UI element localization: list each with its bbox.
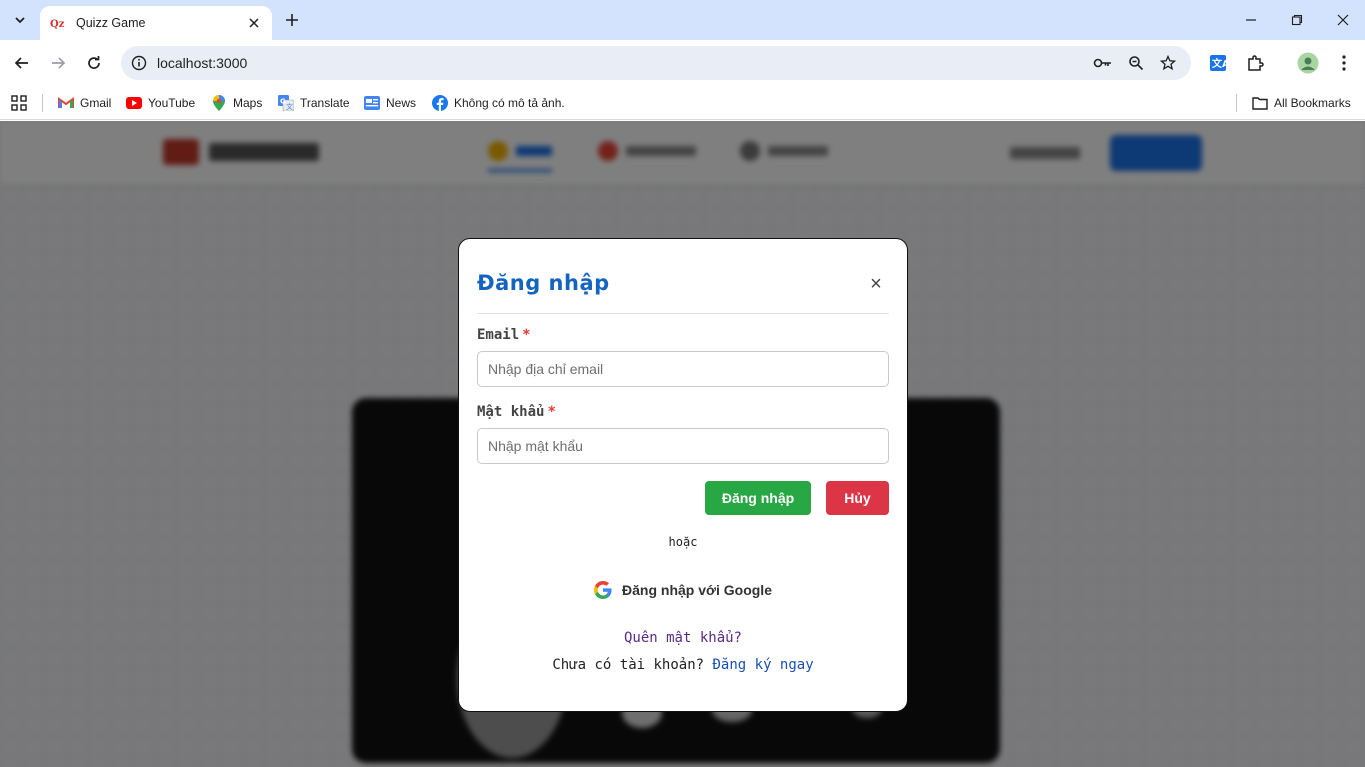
- tab-title: Quizz Game: [76, 16, 146, 30]
- svg-text:文A: 文A: [1212, 57, 1227, 70]
- back-button[interactable]: [6, 47, 38, 79]
- signup-row: Chưa có tài khoản? Đăng ký ngay: [459, 657, 907, 673]
- browser-tab[interactable]: Qz Quizz Game: [40, 6, 272, 40]
- close-icon: [1337, 14, 1349, 26]
- all-bookmarks-label: All Bookmarks: [1274, 96, 1351, 110]
- news-icon: [364, 95, 380, 111]
- all-bookmarks[interactable]: All Bookmarks: [1252, 92, 1351, 114]
- bookmark-news[interactable]: News: [364, 92, 416, 114]
- email-label: Email *: [477, 327, 531, 343]
- gmail-icon: [58, 95, 74, 111]
- zoom-icon[interactable]: [1124, 51, 1148, 75]
- arrow-left-icon: [14, 57, 28, 69]
- forgot-password-row: Quên mật khẩu?: [459, 630, 907, 646]
- bookmarks-divider: [1236, 94, 1237, 112]
- folder-icon: [1252, 95, 1268, 111]
- star-icon[interactable]: [1156, 51, 1180, 75]
- minimize-button[interactable]: [1228, 0, 1274, 40]
- close-window-button[interactable]: [1320, 0, 1365, 40]
- email-label-text: Email: [477, 327, 520, 343]
- close-icon[interactable]: ×: [865, 273, 887, 295]
- maps-icon: [211, 95, 227, 111]
- reload-icon: [88, 56, 100, 69]
- reload-button[interactable]: [78, 47, 110, 79]
- svg-text:Qz: Qz: [50, 19, 65, 30]
- arrow-right-icon: [52, 57, 66, 69]
- or-divider-text: hoặc: [668, 535, 698, 549]
- profile-avatar[interactable]: [1294, 49, 1322, 77]
- login-button[interactable]: Đăng nhập: [705, 481, 811, 515]
- tab-close-icon[interactable]: [246, 15, 262, 31]
- password-label: Mật khẩu *: [477, 404, 556, 420]
- bookmark-label: Translate: [300, 96, 350, 110]
- password-field[interactable]: [477, 428, 889, 464]
- minimize-icon: [1246, 19, 1256, 21]
- bookmark-facebook[interactable]: Không có mô tả ảnh.: [432, 92, 565, 114]
- menu-kebab-icon[interactable]: [1330, 49, 1358, 77]
- address-bar[interactable]: localhost:3000: [121, 46, 1191, 80]
- new-tab-button[interactable]: [280, 8, 304, 32]
- bookmark-label: Maps: [233, 96, 263, 110]
- no-account-text: Chưa có tài khoản?: [552, 657, 705, 673]
- login-modal: Đăng nhập × Email* Mật khẩu* Đăng nhập H…: [458, 238, 908, 712]
- google-login-button[interactable]: Đăng nhập với Google: [583, 573, 783, 607]
- cancel-button[interactable]: Hủy: [826, 481, 889, 515]
- tab-search-button[interactable]: [6, 6, 34, 34]
- bookmarks-divider: [42, 94, 43, 112]
- restore-icon: [1291, 14, 1303, 26]
- google-icon: [594, 581, 612, 599]
- facebook-icon: [432, 95, 448, 111]
- bookmark-gmail[interactable]: Gmail: [58, 92, 111, 114]
- forgot-password-link[interactable]: Quên mật khẩu?: [624, 630, 742, 646]
- url-text: localhost:3000: [157, 55, 248, 71]
- translate-icon: G文: [278, 95, 294, 111]
- modal-title: Đăng nhập: [477, 271, 610, 295]
- email-field[interactable]: [477, 351, 889, 387]
- bookmark-label: Gmail: [80, 96, 112, 110]
- svg-text:文: 文: [286, 102, 293, 111]
- plus-icon: [286, 14, 298, 26]
- bookmark-label: YouTube: [148, 96, 196, 110]
- apps-grid-icon[interactable]: [10, 92, 28, 114]
- required-mark: *: [547, 404, 556, 420]
- password-label-text: Mật khẩu: [477, 404, 545, 420]
- quiz-favicon-icon: Qz: [50, 15, 66, 31]
- modal-divider: [477, 313, 889, 314]
- browser-toolbar: localhost:3000 文A: [0, 40, 1365, 86]
- bookmark-translate[interactable]: G文 Translate: [278, 92, 350, 114]
- required-mark: *: [522, 327, 531, 343]
- site-info-icon[interactable]: [127, 51, 151, 75]
- google-button-label: Đăng nhập với Google: [622, 582, 772, 598]
- bookmark-maps[interactable]: Maps: [211, 92, 262, 114]
- signup-link[interactable]: Đăng ký ngay: [713, 657, 814, 673]
- translate-extension-icon[interactable]: 文A: [1204, 49, 1232, 77]
- extensions-icon[interactable]: [1241, 49, 1269, 77]
- forward-button[interactable]: [42, 47, 74, 79]
- restore-button[interactable]: [1274, 0, 1320, 40]
- key-icon[interactable]: [1091, 51, 1115, 75]
- chevron-down-icon: [15, 17, 25, 24]
- youtube-icon: [126, 95, 142, 111]
- bookmark-youtube[interactable]: YouTube: [126, 92, 195, 114]
- bookmark-label: News: [386, 96, 417, 110]
- browser-tab-bar: Qz Quizz Game: [0, 0, 1365, 40]
- bookmark-label: Không có mô tả ảnh.: [454, 96, 565, 110]
- bookmarks-bar: Gmail YouTube Maps G文 Translate News Khô…: [0, 86, 1365, 120]
